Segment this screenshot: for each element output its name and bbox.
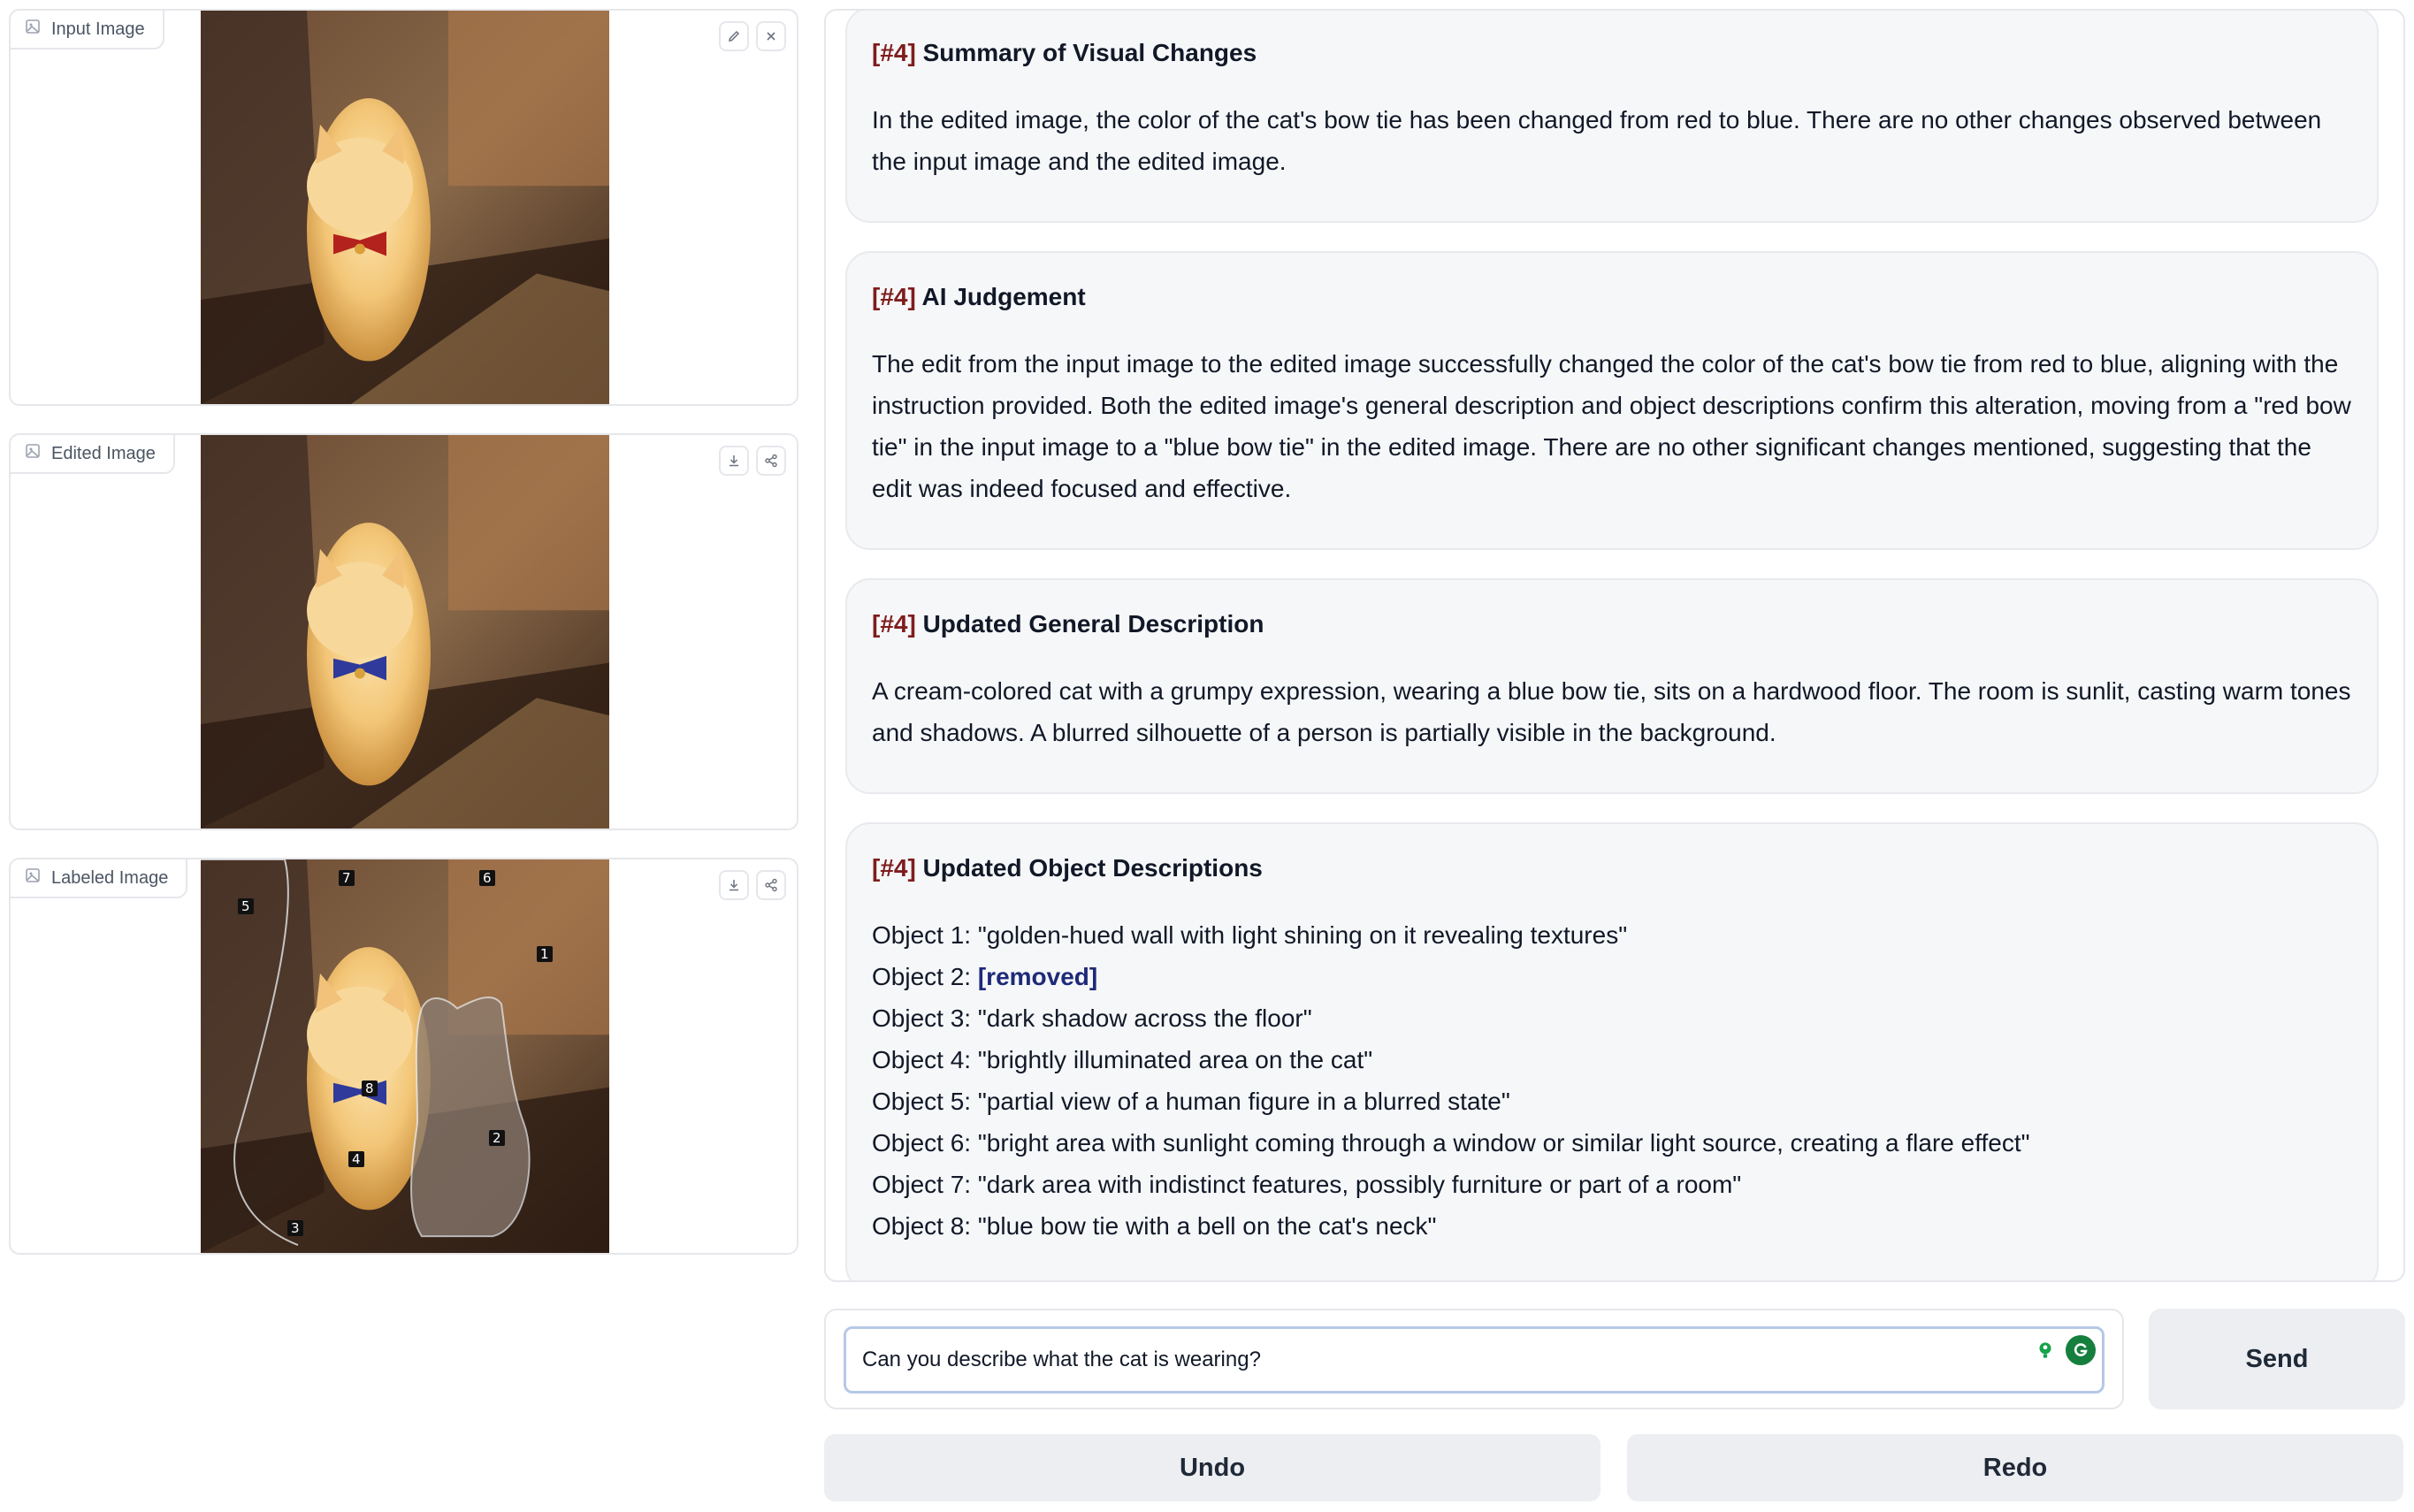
object-text: "bright area with sunlight coming throug… [977,1129,2030,1157]
message-summary: [#4] Summary of Visual Changes In the ed… [845,11,2379,223]
segment-label: 4 [348,1151,364,1167]
object-line: Object 7: "dark area with indistinct fea… [872,1164,2352,1205]
segment-label: 2 [489,1130,505,1146]
edited-image-label: Edited Image [11,435,175,474]
object-removed-text: [removed] [977,963,1098,990]
download-icon[interactable] [719,870,749,900]
image-icon [25,19,41,40]
object-prefix: Object 4: [872,1046,972,1073]
message-object-descriptions: [#4] Updated Object Descriptions Object … [845,822,2379,1280]
object-line: Object 5: "partial view of a human figur… [872,1081,2352,1122]
message-body: The edit from the input image to the edi… [872,350,2351,502]
object-prefix: Object 3: [872,1004,972,1032]
edited-image-panel: Edited Image [9,433,798,830]
edit-icon[interactable] [719,21,749,51]
message-title: [#4] AI Judgement [872,278,2352,317]
message-body: In the edited image, the color of the ca… [872,106,2322,175]
grammarly-icon[interactable] [2066,1335,2096,1365]
close-icon[interactable] [756,21,786,51]
labeled-cat-photo: 1 2 3 4 5 6 7 8 [201,859,609,1253]
input-cat-photo [201,11,609,404]
object-prefix: Object 2: [872,963,972,990]
object-line: Object 4: "brightly illuminated area on … [872,1039,2352,1081]
message-body: A cream-colored cat with a grumpy expres… [872,677,2351,746]
chat-input[interactable]: Can you describe what the cat is wearing… [844,1326,2105,1394]
message-ai-judgement: [#4] AI Judgement The edit from the inpu… [845,251,2379,550]
message-title: [#4] Summary of Visual Changes [872,34,2352,73]
labeled-image-label-text: Labeled Image [51,867,169,888]
share-icon[interactable] [756,446,786,476]
share-icon[interactable] [756,870,786,900]
object-line: Object 2: [removed] [872,956,2352,997]
segment-label: 5 [238,898,254,914]
segment-label: 8 [362,1081,378,1096]
message-general-description: [#4] Updated General Description A cream… [845,578,2379,794]
message-title-text: Updated Object Descriptions [922,854,1263,882]
download-icon[interactable] [719,446,749,476]
message-tag: [#4] [872,854,916,882]
image-icon [25,867,41,889]
object-prefix: Object 1: [872,921,972,949]
object-prefix: Object 7: [872,1171,972,1198]
message-tag: [#4] [872,283,916,310]
message-title: [#4] Updated Object Descriptions [872,849,2352,888]
input-image-label: Input Image [11,11,164,50]
labeled-image-panel: Labeled Image 1 2 3 4 5 6 7 8 [9,858,798,1255]
message-tag: [#4] [872,39,916,66]
undo-button[interactable]: Undo [824,1434,1600,1501]
object-line: Object 1: "golden-hued wall with light s… [872,914,2352,956]
segment-label: 6 [479,870,495,886]
object-text: "golden-hued wall with light shining on … [977,921,1628,949]
message-title-text: AI Judgement [921,283,1086,310]
object-text: "dark shadow across the floor" [977,1004,1312,1032]
object-text: "dark area with indistinct features, pos… [977,1171,1742,1198]
message-title-text: Summary of Visual Changes [922,39,1257,66]
object-text: "brightly illuminated area on the cat" [977,1046,1373,1073]
input-image-panel: Input Image [9,9,798,406]
segment-label: 1 [537,946,553,962]
object-prefix: Object 6: [872,1129,972,1157]
message-title-text: Updated General Description [922,610,1264,638]
input-image-label-text: Input Image [51,19,145,39]
redo-button[interactable]: Redo [1627,1434,2403,1501]
image-icon [25,443,41,464]
object-prefix: Object 8: [872,1212,972,1240]
lightbulb-icon[interactable] [2030,1335,2060,1365]
object-prefix: Object 5: [872,1088,972,1115]
message-tag: [#4] [872,610,916,638]
object-line: Object 6: "bright area with sunlight com… [872,1122,2352,1164]
object-line: Object 8: "blue bow tie with a bell on t… [872,1205,2352,1247]
send-button[interactable]: Send [2149,1309,2405,1409]
segment-label: 7 [339,870,355,886]
object-text: "partial view of a human figure in a blu… [977,1088,1510,1115]
object-line: Object 3: "dark shadow across the floor" [872,997,2352,1039]
segment-label: 3 [287,1220,303,1236]
message-title: [#4] Updated General Description [872,605,2352,644]
labeled-image-label: Labeled Image [11,859,188,898]
edited-image-label-text: Edited Image [51,443,156,463]
chat-history[interactable]: [#4] Summary of Visual Changes In the ed… [824,9,2405,1282]
object-text: "blue bow tie with a bell on the cat's n… [977,1212,1437,1240]
edited-cat-photo [201,435,609,829]
chat-input-container: Can you describe what the cat is wearing… [824,1309,2124,1409]
